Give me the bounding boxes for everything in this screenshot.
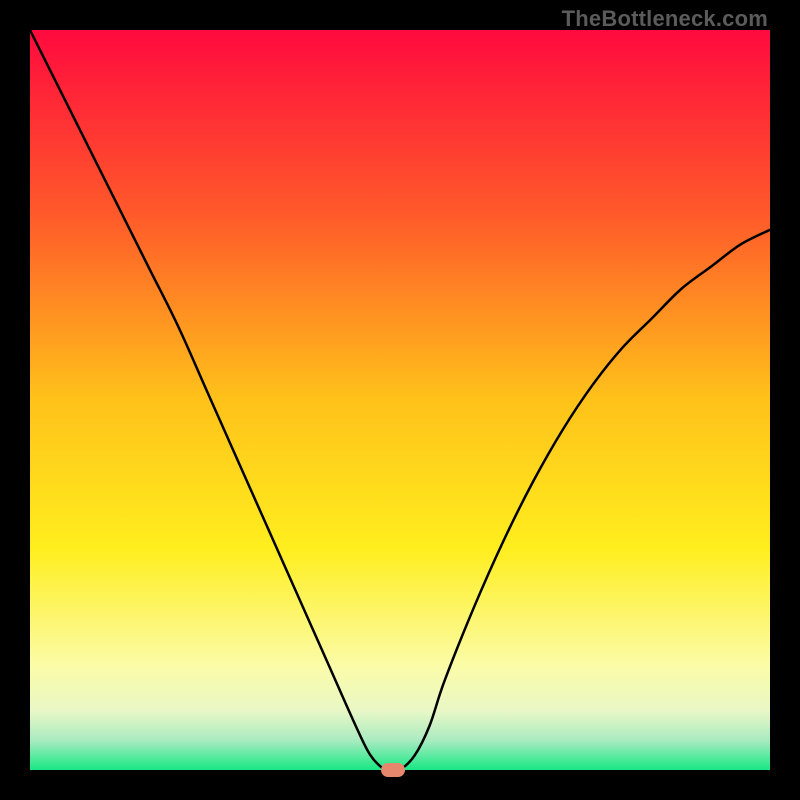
optimal-point-marker xyxy=(381,763,405,777)
watermark-text: TheBottleneck.com xyxy=(562,6,768,32)
gradient-background xyxy=(30,30,770,770)
plot-area xyxy=(30,30,770,770)
chart-frame: TheBottleneck.com xyxy=(0,0,800,800)
plot-svg xyxy=(30,30,770,770)
